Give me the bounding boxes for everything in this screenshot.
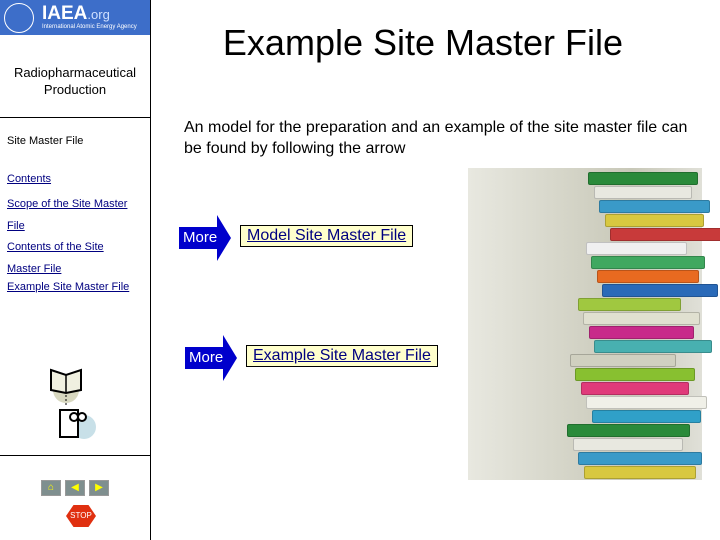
book [604,214,705,227]
book [585,242,687,255]
book [575,368,695,381]
book [591,256,706,269]
book [577,298,682,311]
home-button[interactable]: ⌂ [41,480,61,496]
sidebar: IAEA.org International Atomic Energy Age… [0,0,151,540]
section-title: Site Master File [7,135,84,147]
book [588,326,694,339]
logo-text: IAEA [42,3,88,24]
book [572,438,684,451]
logo-suffix: .org [87,7,110,22]
back-button[interactable]: ◀ [65,480,85,496]
page-title: Example Site Master File [222,22,624,63]
model-site-master-file-link[interactable]: Model Site Master File [240,225,414,247]
book [583,312,700,325]
logo-subtitle: International Atomic Energy Agency [42,24,137,30]
divider [0,455,150,456]
book [567,424,690,437]
book [578,452,702,465]
stop-button[interactable]: STOP [66,505,96,527]
book [610,228,720,241]
book [588,172,698,185]
nav-contents[interactable]: Contents [7,173,51,185]
nav-example-site-master-file[interactable]: Example Site Master File [7,281,129,293]
nav-scope[interactable]: Scope of the Site Master File [7,194,147,237]
book [569,354,677,367]
divider [0,117,150,118]
book [599,200,711,213]
more-label: More [189,349,224,366]
books-stack-image [468,168,720,480]
nav-contents-of-site-master-file[interactable]: Contents of the Site Master File [7,237,127,280]
more-label: More [183,229,218,246]
book-to-document-icon [48,365,98,445]
book [596,270,699,283]
example-site-master-file-link[interactable]: Example Site Master File [246,345,438,367]
forward-button[interactable]: ▶ [89,480,109,496]
book [586,396,708,409]
more-arrow-button[interactable]: More [185,335,241,381]
book [593,186,692,199]
iaea-logo[interactable]: IAEA.org International Atomic Energy Age… [0,0,150,35]
more-arrow-button[interactable]: More [179,215,235,261]
book [591,410,701,423]
book [602,284,718,297]
book [580,382,689,395]
book [594,340,713,353]
intro-text: An model for the preparation and an exam… [184,119,688,157]
subject-title: Radiopharmaceutical Production [13,65,137,97]
un-emblem-icon [4,3,34,33]
book [583,466,696,479]
